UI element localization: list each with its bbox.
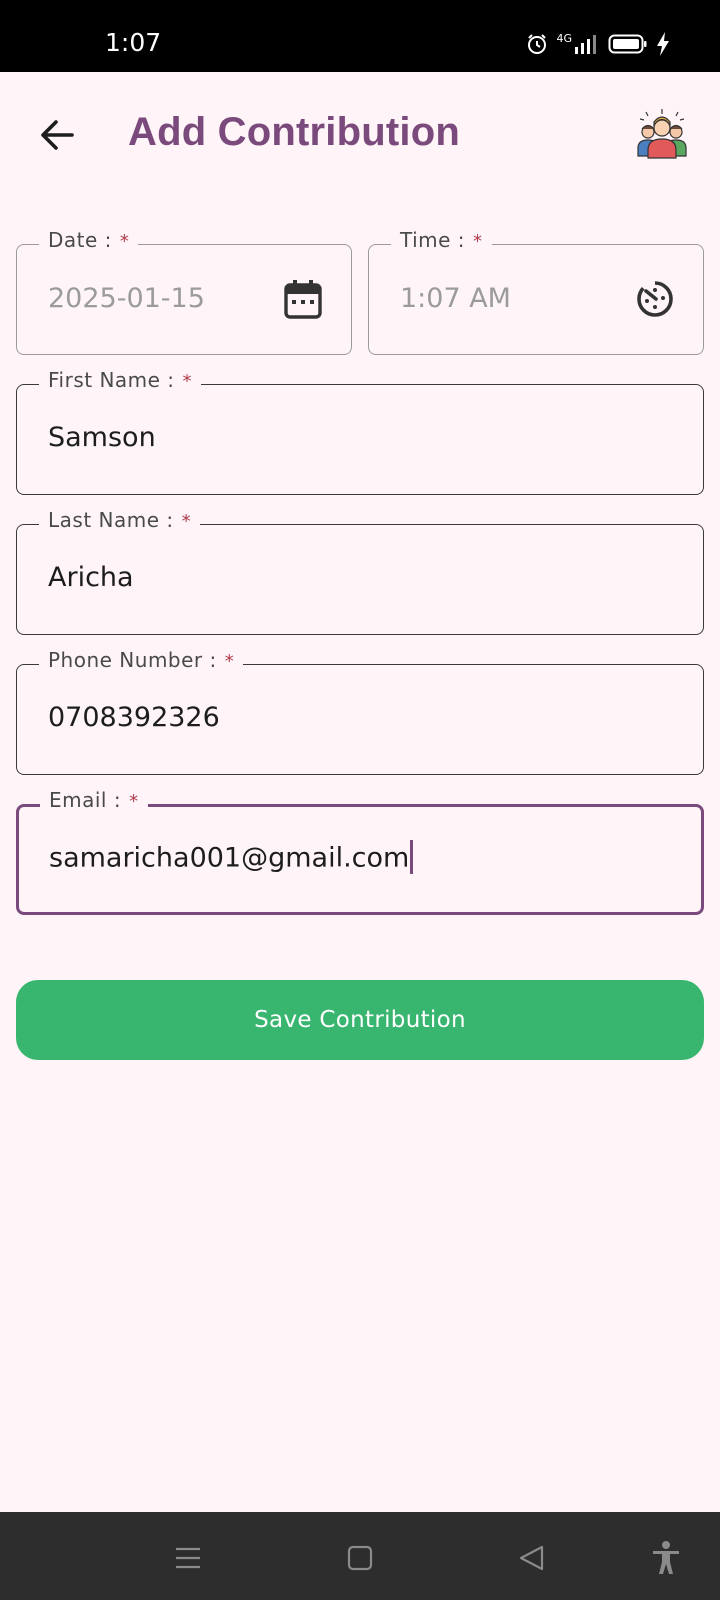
home-square-icon[interactable] — [342, 1540, 378, 1576]
timer-icon[interactable] — [635, 279, 675, 319]
page-title: Add Contribution — [128, 110, 460, 154]
first-name-field[interactable]: First Name : * Samson — [16, 368, 704, 495]
alarm-icon — [528, 34, 547, 54]
text-cursor — [410, 840, 414, 874]
time-field[interactable]: Time : * 1:07 AM — [368, 228, 704, 355]
phone-number-value: 0708392326 — [48, 702, 220, 733]
menu-icon[interactable] — [170, 1540, 206, 1576]
charging-icon — [657, 32, 669, 56]
time-label: Time : * — [391, 228, 492, 252]
people-group-icon[interactable] — [636, 108, 688, 160]
calendar-icon[interactable] — [283, 279, 323, 319]
phone-number-field[interactable]: Phone Number : * 0708392326 — [16, 648, 704, 775]
back-triangle-icon[interactable] — [514, 1540, 550, 1576]
date-label: Date : * — [39, 228, 139, 252]
last-name-label: Last Name : * — [39, 508, 201, 532]
time-value: 1:07 AM — [400, 283, 511, 314]
save-contribution-button[interactable]: Save Contribution — [16, 980, 704, 1060]
email-label: Email : * — [40, 788, 148, 812]
battery-icon — [608, 34, 647, 54]
network-type: 4G — [556, 31, 572, 45]
status-time: 1:07 — [105, 28, 162, 57]
status-bar: 1:07 4G — [0, 0, 720, 72]
signal-icon — [575, 35, 596, 54]
accessibility-icon[interactable] — [648, 1540, 684, 1576]
email-field[interactable]: Email : * samaricha001@gmail.com — [16, 788, 704, 915]
app-bar: Add Contribution — [0, 72, 720, 200]
date-value: 2025-01-15 — [48, 283, 205, 314]
first-name-value: Samson — [48, 422, 156, 453]
system-nav-bar — [0, 1512, 720, 1600]
status-icons: 4G — [526, 30, 670, 58]
first-name-label: First Name : * — [39, 368, 202, 392]
last-name-value: Aricha — [48, 562, 134, 593]
date-field[interactable]: Date : * 2025-01-15 — [16, 228, 352, 355]
last-name-field[interactable]: Last Name : * Aricha — [16, 508, 704, 635]
back-button[interactable] — [36, 114, 78, 156]
arrow-left-icon — [41, 120, 74, 150]
phone-number-label: Phone Number : * — [39, 648, 244, 672]
email-value: samaricha001@gmail.com — [49, 840, 414, 876]
